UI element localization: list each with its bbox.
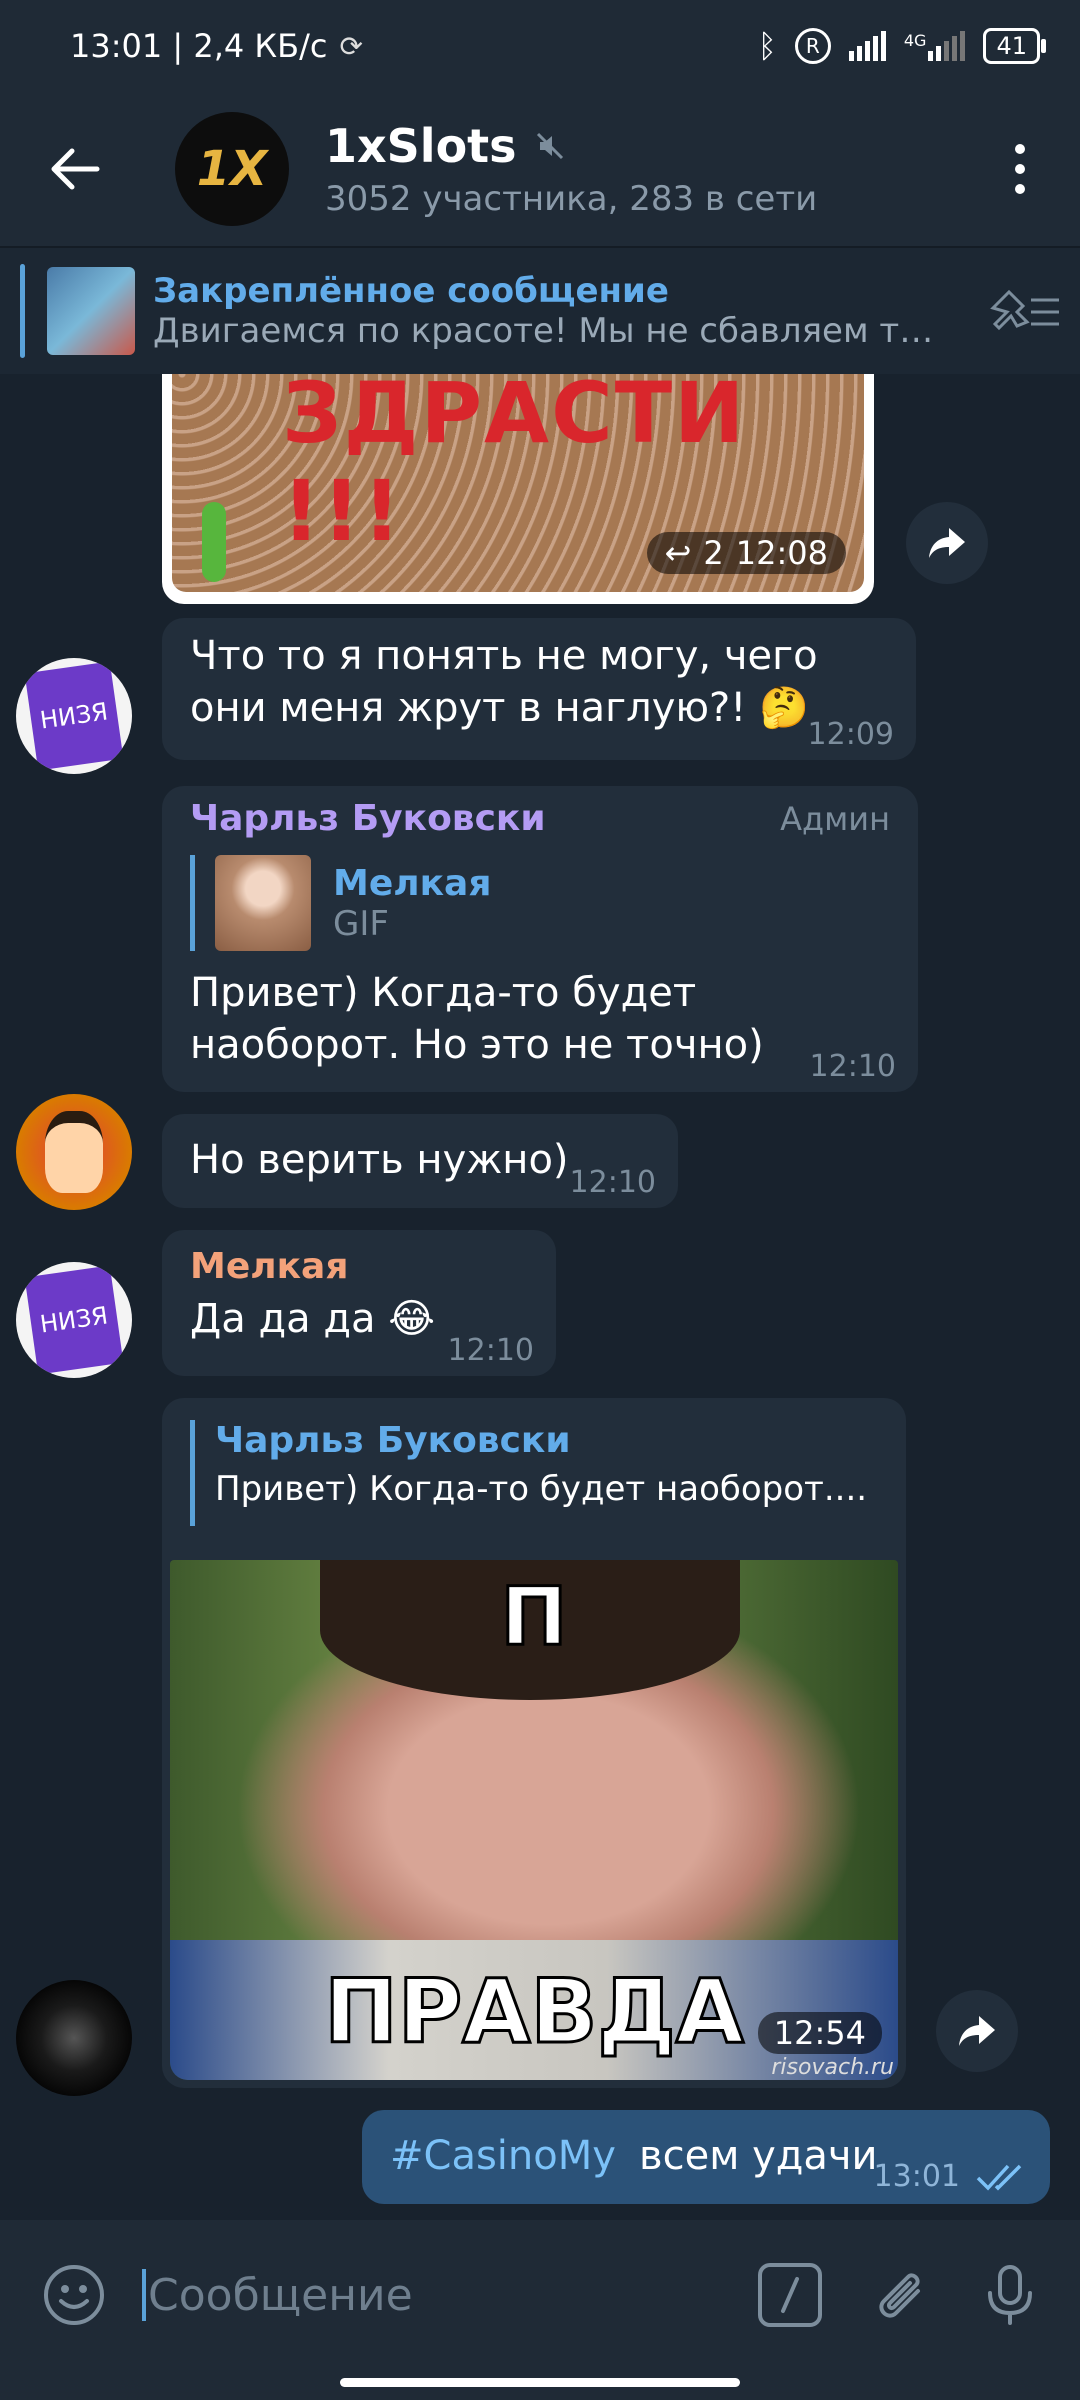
reply-name: Чарльз Буковски: [215, 1420, 571, 1461]
paperclip-icon: [879, 2273, 920, 2318]
message-composer: Сообщение: [0, 2220, 1080, 2400]
message-time: 12:54: [757, 2012, 882, 2054]
home-indicator[interactable]: [340, 2378, 740, 2387]
reply-preview[interactable]: Мелкая GIF: [190, 855, 890, 951]
pinned-body: Двигаемся по красоте! Мы не сбавляем т…: [153, 311, 934, 351]
more-menu-button[interactable]: [960, 92, 1080, 246]
reply-text: Привет) Когда-то будет наоборот....: [215, 1469, 868, 1509]
forward-icon: [959, 2016, 995, 2046]
chat-subtitle: 3052 участника, 283 в сети: [325, 179, 818, 219]
slash-command-icon: [781, 2277, 799, 2313]
battery-icon: 41: [983, 28, 1046, 64]
message-bubble[interactable]: Мелкая Да да да 😂 12:10: [162, 1230, 556, 1376]
signal-2-icon: [928, 31, 966, 61]
reply-count-icon: ↩: [664, 534, 692, 572]
message-list[interactable]: ЗДРАСТИ !!! ↩ 2 12:08 НИЗЯ Что то я поня…: [0, 374, 1080, 2220]
pinned-message[interactable]: Закреплённое сообщение Двигаемся по крас…: [0, 246, 1080, 374]
avatar[interactable]: НИЗЯ: [16, 1262, 132, 1378]
message-text: всем удачи: [639, 2133, 878, 2179]
chat-title-area[interactable]: 1xSlots 3052 участника, 283 в сети: [325, 119, 960, 219]
forward-button[interactable]: [906, 502, 988, 584]
bluetooth-icon: ᛒ: [757, 27, 777, 65]
emoji-button[interactable]: [42, 2263, 106, 2327]
gif-image: ЗДРАСТИ !!! ↩ 2 12:08: [172, 374, 864, 592]
gif-time: 12:08: [735, 534, 828, 572]
forward-icon: [929, 528, 965, 558]
chat-header: 1X 1xSlots 3052 участника, 283 в сети: [0, 92, 1080, 246]
status-time: 13:01 | 2,4 КБ/с: [70, 27, 328, 65]
avatar[interactable]: [16, 1094, 132, 1210]
meme-top-text: П: [499, 1569, 569, 1665]
back-button[interactable]: [0, 92, 150, 246]
reply-name: Мелкая: [333, 862, 492, 904]
message-text: Но верить нужно): [190, 1137, 569, 1183]
reply-count: 2: [703, 534, 724, 572]
gif-message[interactable]: ЗДРАСТИ !!! ↩ 2 12:08: [162, 374, 874, 604]
pinned-thumbnail: [47, 267, 135, 355]
sender-name[interactable]: Чарльз Буковски: [190, 798, 546, 839]
muted-icon: [536, 132, 563, 160]
pin-list-icon: [990, 289, 1059, 331]
network-type: 4G: [903, 31, 927, 50]
pinned-title: Закреплённое сообщение: [153, 271, 669, 311]
meme-watermark: risovach.ru: [771, 2055, 894, 2080]
outgoing-message-bubble[interactable]: #CasinoMy всем удачи 13:01: [362, 2110, 1050, 2204]
message-time: 13:01: [873, 2159, 960, 2194]
hashtag-link[interactable]: #CasinoMy: [390, 2133, 616, 2179]
meme-image[interactable]: П ПРАВДА risovach.ru 12:54: [170, 1560, 898, 2080]
registered-icon: R: [794, 28, 831, 64]
commands-button[interactable]: [758, 2263, 822, 2327]
admin-badge: Админ: [780, 799, 890, 838]
message-bubble[interactable]: Что то я понять не могу, чего они меня ж…: [162, 618, 916, 760]
message-time: 12:10: [809, 1049, 896, 1084]
avatar[interactable]: НИЗЯ: [16, 658, 132, 774]
message-time: 12:10: [447, 1333, 534, 1368]
message-input[interactable]: Сообщение: [142, 2269, 758, 2321]
signal-icon: [848, 31, 886, 61]
chat-avatar-logo: 1X: [196, 141, 268, 197]
text-caret: [142, 2269, 146, 2321]
read-checkmarks-icon: [976, 2164, 1022, 2191]
voice-record-button[interactable]: [978, 2263, 1042, 2327]
message-bubble[interactable]: Чарльз Буковски Админ Мелкая GIF Привет)…: [162, 786, 918, 1092]
chat-title: 1xSlots: [325, 119, 517, 173]
sender-name[interactable]: Мелкая: [190, 1246, 528, 1287]
attach-button[interactable]: [868, 2263, 932, 2327]
forward-button[interactable]: [936, 1990, 1018, 2072]
sync-icon: ⟳: [339, 29, 363, 63]
reply-thumbnail: [215, 855, 311, 951]
back-arrow-icon: [51, 148, 100, 190]
message-text: Что то я понять не могу, чего они меня ж…: [190, 633, 818, 731]
message-bubble[interactable]: Но верить нужно) 12:10: [162, 1114, 678, 1208]
pinned-indicator: [20, 264, 25, 358]
reply-text: GIF: [333, 903, 389, 944]
reply-preview[interactable]: Чарльз Буковски Привет) Когда-то будет н…: [190, 1420, 906, 1526]
emoji-icon: [44, 2265, 104, 2325]
message-time: 12:10: [569, 1165, 656, 1200]
microphone-icon: [988, 2265, 1032, 2325]
avatar[interactable]: [16, 1980, 132, 2096]
cactus-icon: [202, 502, 226, 582]
message-input-placeholder: Сообщение: [148, 2269, 413, 2321]
status-bar: 13:01 | 2,4 КБ/с ⟳ ᛒ R 4G 41: [0, 0, 1080, 92]
chat-avatar[interactable]: 1X: [175, 112, 289, 226]
message-text: Привет) Когда-то будет наоборот. Но это …: [190, 970, 764, 1068]
message-bubble[interactable]: Чарльз Буковски Привет) Когда-то будет н…: [162, 1398, 906, 2088]
pinned-list-button[interactable]: [970, 288, 1080, 334]
gif-meta: ↩ 2 12:08: [646, 532, 846, 574]
message-time: 12:09: [807, 717, 894, 752]
